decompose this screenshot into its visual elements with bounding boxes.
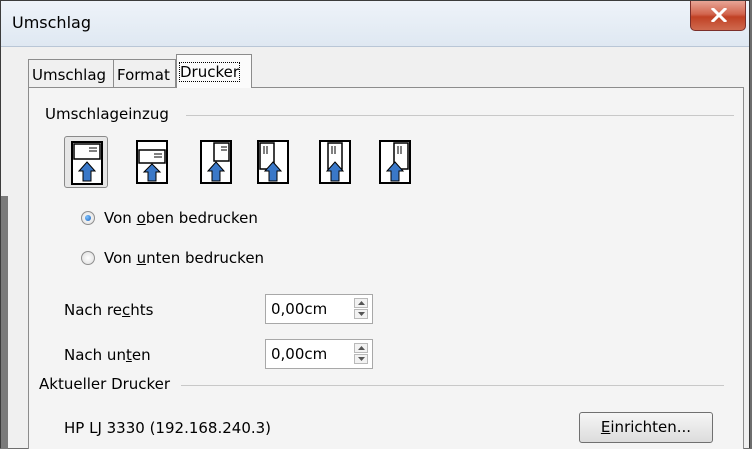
radio-print-from-bottom[interactable]: [81, 251, 95, 265]
shift-right-increase-button[interactable]: [354, 298, 368, 308]
feed-option-5[interactable]: [313, 136, 357, 188]
tab-umschlag[interactable]: Umschlag: [28, 59, 114, 88]
feed-option-4[interactable]: [251, 136, 295, 188]
tab-format[interactable]: Format: [113, 59, 176, 88]
feed-horizontal-center-icon: [136, 140, 168, 184]
print-from-bottom-option[interactable]: Von unten bedrucken: [81, 246, 264, 270]
shift-down-spinbox[interactable]: 0,00cm: [265, 339, 373, 369]
printer-section-title: Aktueller Drucker: [39, 375, 171, 393]
feed-horizontal-right-icon: [200, 140, 232, 184]
printer-section-separator: [181, 385, 724, 386]
window-edge: [1, 196, 8, 449]
feed-vertical-left-icon: [257, 140, 289, 184]
feed-horizontal-left-icon: [71, 141, 103, 185]
feed-option-6[interactable]: [373, 136, 417, 188]
feed-vertical-right-icon: [379, 140, 411, 184]
chevron-down-icon: [357, 312, 365, 316]
shift-down-value[interactable]: 0,00cm: [271, 345, 327, 363]
print-from-bottom-label: Von unten bedrucken: [104, 249, 265, 267]
shift-right-label: Nach rechts: [64, 301, 154, 319]
feed-option-2[interactable]: [130, 136, 174, 188]
title-bar: Umschlag: [1, 1, 749, 47]
feed-vertical-center-icon: [319, 140, 351, 184]
close-icon: [711, 8, 727, 22]
feed-option-1[interactable]: [64, 136, 108, 188]
feed-section-title: Umschlageinzug: [45, 105, 169, 123]
envelope-dialog: Umschlag Umschlag Format Drucker Umschla…: [0, 0, 750, 449]
window-title: Umschlag: [12, 13, 91, 32]
print-from-top-option[interactable]: Von oben bedrucken: [81, 206, 258, 230]
shift-right-value[interactable]: 0,00cm: [271, 300, 327, 318]
current-printer-name: HP LJ 3330 (192.168.240.3): [64, 419, 272, 437]
radio-print-from-top[interactable]: [81, 211, 95, 225]
shift-right-decrease-button[interactable]: [354, 309, 368, 319]
feed-section-separator: [186, 115, 734, 116]
shift-down-decrease-button[interactable]: [354, 354, 368, 364]
print-from-top-label: Von oben bedrucken: [104, 209, 258, 227]
close-button[interactable]: [690, 1, 746, 31]
shift-down-increase-button[interactable]: [354, 343, 368, 353]
shift-right-spinbox[interactable]: 0,00cm: [265, 294, 373, 324]
tab-drucker[interactable]: Drucker: [176, 54, 252, 88]
setup-printer-button[interactable]: Einrichten...: [579, 412, 713, 443]
shift-down-label: Nach unten: [64, 346, 151, 364]
feed-option-3[interactable]: [194, 136, 238, 188]
chevron-up-icon: [357, 346, 365, 350]
chevron-down-icon: [357, 357, 365, 361]
chevron-up-icon: [357, 301, 365, 305]
